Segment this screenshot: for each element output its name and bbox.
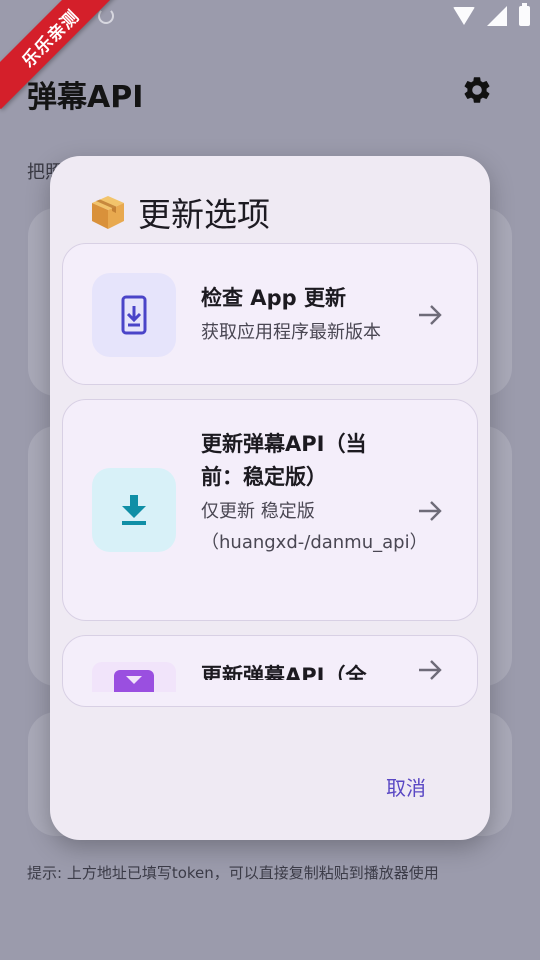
signal-icon (487, 6, 507, 26)
battery-icon (519, 3, 530, 26)
dialog-title: 更新选项 (138, 195, 270, 234)
package-icon (92, 196, 124, 229)
option-text: 更新弹幕API（当前：稳定版） 仅更新 稳定版（huangxd-/danmu_a… (201, 428, 428, 558)
option-icon-container (92, 662, 176, 692)
gear-icon[interactable] (461, 74, 493, 106)
option-title: 更新弹幕API（全 (201, 664, 367, 680)
option-icon-container (92, 273, 176, 357)
phone-download-icon (121, 295, 147, 335)
option-update-danmu-full[interactable]: 更新弹幕API（全 (62, 635, 478, 707)
option-text: 检查 App 更新 获取应用程序最新版本 (201, 282, 411, 348)
dialog-header: 更新选项 (88, 188, 270, 236)
option-text: 更新弹幕API（全 (201, 662, 401, 680)
wifi-icon (453, 7, 475, 25)
footer-tip: 提示: 上方地址已填写token，可以直接复制粘贴到播放器使用 (27, 864, 439, 882)
options-list[interactable]: 检查 App 更新 获取应用程序最新版本 更新弹幕API（当前：稳定版） 仅更新… (62, 243, 478, 708)
option-icon-container (92, 468, 176, 552)
option-title: 检查 App 更新 (201, 286, 346, 310)
update-options-dialog: 更新选项 检查 App 更新 获取应用程序最新版本 更新弹幕API（当前：稳定版… (50, 156, 490, 840)
option-title: 更新弹幕API（当前：稳定版） (201, 432, 367, 489)
download-icon (122, 495, 146, 525)
arrow-right-icon (419, 501, 442, 521)
app-title: 弹幕API (27, 80, 144, 115)
option-check-app-update[interactable]: 检查 App 更新 获取应用程序最新版本 (62, 243, 478, 385)
arrow-right-icon (419, 660, 442, 680)
arrow-right-icon (419, 305, 442, 325)
option-desc: 获取应用程序最新版本 (201, 322, 381, 343)
option-update-danmu-stable[interactable]: 更新弹幕API（当前：稳定版） 仅更新 稳定版（huangxd-/danmu_a… (62, 399, 478, 621)
cancel-button[interactable]: 取消 (370, 766, 442, 807)
sync-icon (98, 8, 114, 24)
option-desc: 仅更新 稳定版（huangxd-/danmu_api） (201, 501, 428, 553)
download-box-icon (114, 670, 154, 692)
